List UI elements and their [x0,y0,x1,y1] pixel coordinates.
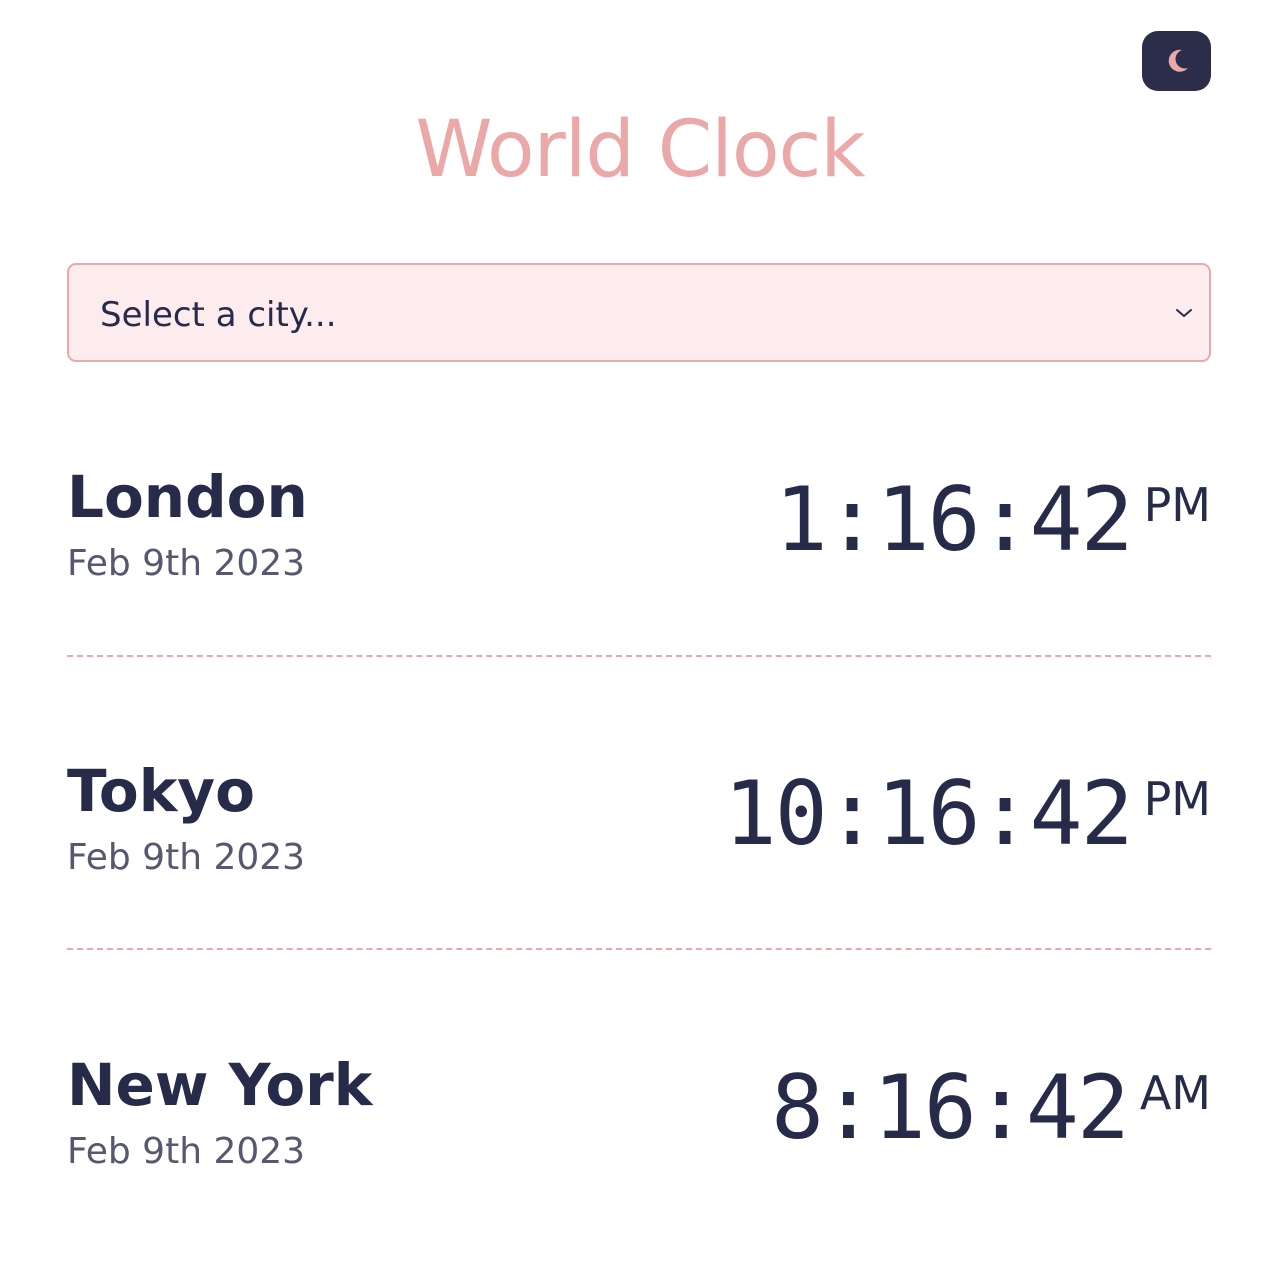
city-select[interactable]: Select a city... [67,263,1211,362]
time-period: AM [1139,1066,1211,1120]
divider [67,655,1211,657]
city-time: 10:16:42 PM [724,764,1211,864]
city-name: New York [67,1051,373,1119]
time-digits: 10:16:42 [723,762,1134,865]
moon-icon [1162,46,1192,76]
divider [67,948,1211,950]
city-select-placeholder: Select a city... [100,295,337,335]
city-time: 1:16:42 PM [775,470,1211,570]
time-digits: 1:16:42 [774,468,1134,571]
city-date: Feb 9th 2023 [67,837,306,878]
city-time: 8:16:42 AM [771,1058,1211,1158]
page-title: World Clock [415,105,865,195]
time-digits: 8:16:42 [770,1056,1130,1159]
time-period: PM [1143,772,1211,826]
city-name: London [67,463,308,531]
chevron-down-icon [1173,305,1195,325]
city-date: Feb 9th 2023 [67,543,306,584]
theme-toggle-button[interactable] [1142,31,1211,91]
city-row-new-york: New York Feb 9th 2023 8:16:42 AM [67,1050,1211,1200]
city-row-london: London Feb 9th 2023 1:16:42 PM [67,462,1211,612]
time-period: PM [1143,478,1211,532]
city-row-tokyo: Tokyo Feb 9th 2023 10:16:42 PM [67,756,1211,906]
city-name: Tokyo [67,757,255,825]
city-date: Feb 9th 2023 [67,1131,306,1172]
